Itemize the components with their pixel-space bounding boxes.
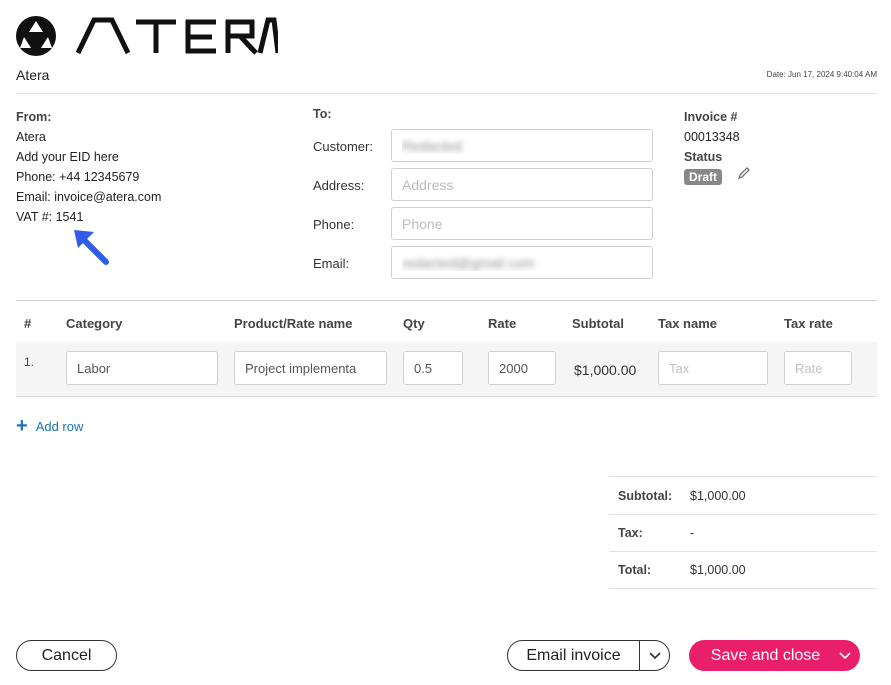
date-value: Jun 17, 2024 9:40:04 AM xyxy=(788,70,877,79)
from-line: Add your EID here xyxy=(16,150,119,164)
subtotal-value: $1,000.00 xyxy=(690,489,746,503)
tax-name-input[interactable] xyxy=(658,351,768,385)
status-label: Status xyxy=(684,150,723,164)
to-label: To: xyxy=(313,107,332,121)
customer-label: Customer: xyxy=(313,139,373,154)
phone-label: Phone: xyxy=(313,217,355,232)
company-name: Atera xyxy=(16,67,50,83)
email-invoice-button-group: Email invoice xyxy=(507,640,670,671)
phone-input[interactable] xyxy=(391,207,653,240)
column-header-category: Category xyxy=(66,316,123,331)
from-line: Atera xyxy=(16,130,46,144)
status-badge: Draft xyxy=(684,169,723,185)
invoice-number: 00013348 xyxy=(684,130,740,144)
totals-divider xyxy=(609,476,877,477)
chevron-down-icon xyxy=(648,651,661,659)
save-and-close-button[interactable]: Save and close xyxy=(689,640,830,671)
address-label: Address: xyxy=(313,178,365,193)
tax-label: Tax: xyxy=(618,526,643,540)
email-input[interactable] xyxy=(391,246,653,279)
add-row-label: Add row xyxy=(35,418,84,434)
table-top-divider xyxy=(16,300,877,301)
qty-input[interactable] xyxy=(403,351,463,385)
rate-input[interactable] xyxy=(488,351,556,385)
column-header-qty: Qty xyxy=(403,316,425,331)
totals-divider xyxy=(609,514,877,515)
totals-divider xyxy=(609,551,877,552)
invoice-info: Invoice # 00013348 Status Draft xyxy=(684,107,740,187)
category-input[interactable] xyxy=(66,351,218,385)
total-value: $1,000.00 xyxy=(690,563,746,577)
column-header-product: Product/Rate name xyxy=(234,316,353,331)
from-block: From: Atera Add your EID here Phone: +44… xyxy=(16,107,161,227)
email-options-dropdown[interactable] xyxy=(639,641,669,670)
column-header-number: # xyxy=(24,316,32,331)
save-and-close-button-group: Save and close xyxy=(689,640,860,671)
annotation-arrow-icon xyxy=(74,230,109,265)
save-options-dropdown[interactable] xyxy=(830,640,860,671)
column-header-subtotal: Subtotal xyxy=(572,316,624,331)
email-label: Email: xyxy=(313,256,350,271)
date-label: Date: xyxy=(766,70,786,79)
product-input[interactable] xyxy=(234,351,387,385)
row-number: 1. xyxy=(24,355,35,369)
customer-input[interactable] xyxy=(391,129,653,162)
edit-status-pencil-icon[interactable] xyxy=(737,166,751,180)
header-divider xyxy=(16,93,877,94)
invoice-number-label: Invoice # xyxy=(684,110,738,124)
total-label: Total: xyxy=(618,563,652,577)
row-subtotal: $1,000.00 xyxy=(574,362,637,378)
email-invoice-button[interactable]: Email invoice xyxy=(508,641,639,670)
column-header-tax-name: Tax name xyxy=(658,316,718,331)
from-label: From: xyxy=(16,110,52,124)
tax-rate-input[interactable] xyxy=(784,351,852,385)
column-header-tax-rate: Tax rate xyxy=(784,316,833,331)
subtotal-label: Subtotal: xyxy=(618,489,673,503)
from-line: Email: invoice@atera.com xyxy=(16,190,162,204)
column-header-rate: Rate xyxy=(488,316,517,331)
tax-value: - xyxy=(690,526,695,540)
add-row-button[interactable]: + Add row xyxy=(16,415,84,437)
from-line: Phone: +44 12345679 xyxy=(16,170,140,184)
invoice-date: Date: Jun 17, 2024 9:40:04 AM xyxy=(767,70,877,79)
address-input[interactable] xyxy=(391,168,653,201)
chevron-down-icon xyxy=(839,651,851,659)
plus-icon: + xyxy=(16,415,28,437)
cancel-button[interactable]: Cancel xyxy=(16,640,117,671)
atera-logo xyxy=(16,16,278,56)
totals-divider xyxy=(609,588,877,589)
